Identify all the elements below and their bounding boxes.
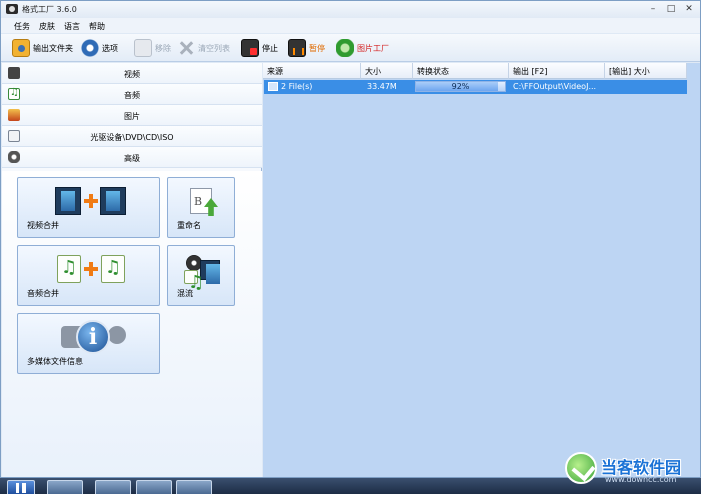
pause-icon — [288, 39, 306, 57]
video-merge-tool[interactable]: 视频合并 — [17, 177, 160, 238]
category-image-label: 图片 — [124, 112, 140, 121]
clear-list-button[interactable]: 清空列表 — [177, 38, 230, 58]
stop-button[interactable]: 停止 — [241, 38, 278, 58]
remove-label: 移除 — [155, 43, 171, 53]
column-status[interactable]: 转换状态 — [413, 63, 509, 79]
category-disc[interactable]: 光驱设备\DVD\CD\ISO — [2, 126, 262, 147]
menu-help[interactable]: 帮助 — [89, 21, 105, 32]
media-info-label: 多媒体文件信息 — [27, 357, 83, 366]
pause-label: 暂停 — [309, 43, 325, 53]
minimize-button[interactable]: – — [646, 4, 660, 15]
music-note-icon — [101, 255, 125, 283]
category-video[interactable]: 视频 — [2, 63, 262, 84]
row-size: 33.47M — [367, 82, 397, 91]
app-logo-icon — [6, 4, 18, 14]
category-sidebar: 视频 音频 图片 光驱设备\DVD\CD\ISO 高级 视频合并 — [2, 63, 262, 477]
mux-label: 混流 — [177, 289, 193, 298]
title-bar: 格式工厂 3.6.0 – □ ✕ — [1, 1, 700, 18]
row-output: C:\FFOutput\VideoJ... — [513, 82, 597, 91]
picture-factory-label: 图片工厂 — [357, 43, 389, 53]
category-audio[interactable]: 音频 — [2, 84, 262, 105]
column-output-size[interactable]: [输出] 大小 — [605, 63, 687, 79]
options-icon — [81, 39, 99, 57]
video-merge-label: 视频合并 — [27, 221, 59, 230]
conversion-progress: 92% — [415, 81, 506, 92]
category-video-label: 视频 — [124, 70, 140, 79]
column-size[interactable]: 大小 — [361, 63, 413, 79]
stop-icon — [241, 39, 259, 57]
picture-factory-icon — [336, 39, 354, 57]
menu-skin[interactable]: 皮肤 — [39, 21, 55, 32]
plus-icon — [84, 194, 98, 208]
close-button[interactable]: ✕ — [682, 4, 696, 15]
stop-label: 停止 — [262, 43, 278, 53]
task-list[interactable]: 来源 大小 转换状态 输出 [F2] [输出] 大小 2 File(s) 33.… — [263, 63, 700, 477]
menu-task[interactable]: 任务 — [14, 21, 30, 32]
film-icon — [100, 187, 126, 215]
category-image[interactable]: 图片 — [2, 105, 262, 126]
menu-language[interactable]: 语言 — [64, 21, 80, 32]
toolbar: 输出文件夹 选项 移除 清空列表 停止 暂停 图片工厂 — [1, 34, 700, 62]
remove-icon — [134, 39, 152, 57]
music-note-icon — [184, 270, 204, 293]
document-glyph: B — [194, 195, 203, 208]
watermark-url: www.downcc.com — [605, 475, 677, 484]
remove-button[interactable]: 移除 — [134, 38, 171, 58]
taskbar-app-3[interactable] — [136, 480, 172, 494]
category-disc-label: 光驱设备\DVD\CD\ISO — [90, 133, 174, 142]
media-info-tool[interactable]: i 多媒体文件信息 — [17, 313, 160, 374]
options-button[interactable]: 选项 — [81, 38, 118, 58]
file-icon — [268, 82, 278, 91]
progress-percent: 92% — [451, 82, 470, 91]
pause-button[interactable]: 暂停 — [288, 38, 325, 58]
taskbar-app-1[interactable] — [47, 480, 83, 494]
maximize-button[interactable]: □ — [664, 4, 678, 15]
options-label: 选项 — [102, 43, 118, 53]
clear-icon — [177, 39, 195, 57]
music-note-icon — [57, 255, 81, 283]
row-source: 2 File(s) — [281, 82, 313, 91]
advanced-tools-panel: 视频合并 B 重命名 音频合并 混流 i — [2, 171, 262, 477]
category-advanced-label: 高级 — [124, 154, 140, 163]
category-advanced[interactable]: 高级 — [2, 147, 262, 168]
output-folder-label: 输出文件夹 — [33, 43, 73, 53]
taskbar-app-2[interactable] — [95, 480, 131, 494]
info-icon: i — [76, 320, 110, 354]
taskbar-app-4[interactable] — [176, 480, 212, 494]
film-icon — [55, 187, 81, 215]
media-info-speaker-icon — [108, 326, 126, 344]
column-output[interactable]: 输出 [F2] — [509, 63, 605, 79]
column-source[interactable]: 来源 — [263, 63, 361, 79]
audio-merge-tool[interactable]: 音频合并 — [17, 245, 160, 306]
category-audio-label: 音频 — [124, 91, 140, 100]
clear-list-label: 清空列表 — [198, 43, 230, 53]
table-row[interactable]: 2 File(s) 33.47M 92% C:\FFOutput\VideoJ.… — [264, 80, 687, 94]
mux-tool[interactable]: 混流 — [167, 245, 235, 306]
start-button[interactable] — [7, 480, 35, 494]
folder-icon — [12, 39, 30, 57]
rename-tool[interactable]: B 重命名 — [167, 177, 235, 238]
plus-icon — [84, 262, 98, 276]
watermark: 当客软件园 www.downcc.com — [565, 452, 697, 488]
app-window: 格式工厂 3.6.0 – □ ✕ 任务 皮肤 语言 帮助 输出文件夹 选项 移除… — [0, 0, 701, 478]
menu-bar: 任务 皮肤 语言 帮助 — [1, 18, 700, 33]
window-title: 格式工厂 3.6.0 — [22, 5, 77, 14]
audio-merge-label: 音频合并 — [27, 289, 59, 298]
watermark-logo-icon — [565, 452, 597, 484]
picture-factory-button[interactable]: 图片工厂 — [336, 38, 389, 58]
output-folder-button[interactable]: 输出文件夹 — [12, 38, 73, 58]
rename-label: 重命名 — [177, 221, 201, 230]
